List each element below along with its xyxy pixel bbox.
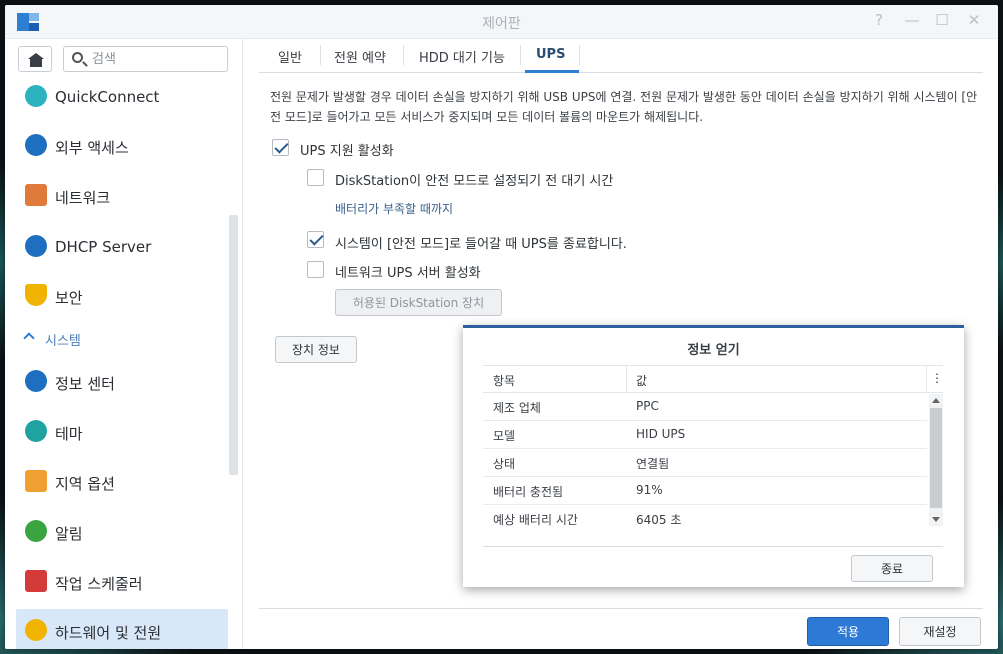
help-icon[interactable]: ? <box>868 11 890 29</box>
globe-icon <box>25 134 47 156</box>
sidebar-item-security[interactable]: 보안 <box>16 274 228 318</box>
ups-shutdown-checkbox[interactable] <box>307 231 324 248</box>
sidebar-item-label: 알림 <box>55 525 83 543</box>
ups-enable-checkbox[interactable] <box>272 139 289 156</box>
sidebar-item-label: 작업 스케줄러 <box>55 575 143 593</box>
dialog-divider <box>483 546 943 547</box>
sidebar-item-hardware-power[interactable]: 하드웨어 및 전원 <box>16 609 228 649</box>
shield-icon <box>25 284 47 306</box>
sidebar-item-dhcp-server[interactable]: DHCP Server <box>16 225 228 269</box>
reset-button[interactable]: 재설정 <box>899 617 981 646</box>
tab-general[interactable]: 일반 <box>278 47 302 66</box>
row-key: 제조 업체 <box>493 401 541 415</box>
table-row[interactable]: 제조 업체 PPC <box>483 393 927 421</box>
calendar-icon <box>25 570 47 592</box>
scroll-up-icon[interactable] <box>932 398 940 403</box>
dialog-title: 정보 얻기 <box>687 343 740 358</box>
sidebar-item-task-scheduler[interactable]: 작업 스케줄러 <box>16 560 228 604</box>
house-network-icon <box>25 184 47 206</box>
table-row[interactable]: 상태 연결됨 <box>483 449 927 477</box>
row-value: PPC <box>636 399 659 413</box>
row-key: 예상 배터리 시간 <box>493 513 578 527</box>
sidebar-item-label: 네트워크 <box>55 189 111 207</box>
dhcp-icon <box>25 235 47 257</box>
section-label: 시스템 <box>45 334 81 349</box>
active-tab-indicator <box>525 70 579 73</box>
sidebar-item-label: 보안 <box>55 289 83 307</box>
grid-header: 항목 값 ⋮ <box>483 365 943 393</box>
footer-divider <box>259 608 983 609</box>
ups-enable-label: UPS 지원 활성화 <box>300 144 394 159</box>
ups-description: 전원 문제가 발생할 경우 데이터 손실을 방지하기 위해 USB UPS에 연… <box>270 90 978 124</box>
row-key: 배터리 충전됨 <box>493 485 564 499</box>
search-icon <box>72 52 83 63</box>
sidebar-item-label: 하드웨어 및 전원 <box>55 624 162 642</box>
search-box[interactable] <box>63 46 228 72</box>
sidebar-item-label: QuickConnect <box>55 88 160 106</box>
palette-icon <box>25 420 47 442</box>
map-clock-icon <box>25 470 47 492</box>
row-key: 상태 <box>493 457 516 471</box>
sidebar-item-regional-options[interactable]: 지역 옵션 <box>16 460 228 504</box>
tab-power-schedule[interactable]: 전원 예약 <box>334 47 386 66</box>
column-menu-icon[interactable]: ⋮ <box>931 371 943 385</box>
search-input[interactable] <box>92 50 222 68</box>
row-value: 91% <box>636 483 663 497</box>
scroll-thumb[interactable] <box>930 408 942 508</box>
tab-hdd-hibernation[interactable]: HDD 대기 기능 <box>419 47 505 66</box>
maximize-icon[interactable]: ☐ <box>931 11 953 29</box>
chat-icon <box>25 520 47 542</box>
column-header-item[interactable]: 항목 <box>493 372 515 389</box>
sidebar-scrollbar[interactable] <box>229 215 238 475</box>
info-icon <box>25 370 47 392</box>
info-grid: 항목 값 ⋮ 제조 업체 PPC 모델 HID UPS 상태 연결됨 배터리 충… <box>483 365 943 527</box>
sidebar-item-quickconnect[interactable]: QuickConnect <box>16 75 228 119</box>
network-ups-server-checkbox[interactable] <box>307 261 324 278</box>
dialog-close-button[interactable]: 종료 <box>851 555 933 582</box>
window-title: 제어판 <box>482 16 521 32</box>
sidebar-item-label: DHCP Server <box>55 238 152 256</box>
scroll-down-icon[interactable] <box>932 517 940 522</box>
column-header-value[interactable]: 값 <box>636 372 647 389</box>
tab-bar: 일반 전원 예약 HDD 대기 기능 UPS <box>259 39 983 73</box>
close-icon[interactable]: ✕ <box>963 11 985 29</box>
sidebar-item-info-center[interactable]: 정보 센터 <box>16 360 228 404</box>
ups-shutdown-label: 시스템이 [안전 모드]로 들어갈 때 UPS를 종료합니다. <box>335 237 627 252</box>
section-system-header[interactable]: 시스템 <box>23 329 228 355</box>
row-value: 6405 초 <box>636 513 682 527</box>
chevron-up-icon <box>23 332 35 344</box>
bulb-icon <box>25 619 47 641</box>
device-info-button[interactable]: 장치 정보 <box>275 336 357 363</box>
sidebar-item-label: 지역 옵션 <box>55 475 115 493</box>
row-value: HID UPS <box>636 427 686 441</box>
row-value: 연결됨 <box>636 457 670 471</box>
table-row[interactable]: 배터리 충전됨 91% <box>483 477 927 505</box>
allowed-devices-button[interactable]: 허용된 DiskStation 장치 <box>335 289 502 316</box>
sidebar-item-label: 외부 액세스 <box>55 139 129 157</box>
table-row[interactable]: 예상 배터리 시간 6405 초 <box>483 505 927 533</box>
row-key: 모델 <box>493 429 516 443</box>
safe-mode-wait-checkbox[interactable] <box>307 169 324 186</box>
home-button[interactable] <box>18 46 52 72</box>
sidebar-item-external-access[interactable]: 외부 액세스 <box>16 124 228 168</box>
tab-ups[interactable]: UPS <box>536 47 565 62</box>
grid-scrollbar[interactable] <box>929 394 943 526</box>
title-bar[interactable]: 제어판 ? — ☐ ✕ <box>5 5 998 39</box>
apply-button[interactable]: 적용 <box>807 617 889 646</box>
sidebar-item-notification[interactable]: 알림 <box>16 510 228 554</box>
sidebar-item-theme[interactable]: 테마 <box>16 410 228 454</box>
safe-mode-wait-label: DiskStation이 안전 모드로 설정되기 전 대기 시간 <box>335 174 614 189</box>
sidebar-item-network[interactable]: 네트워크 <box>16 174 228 218</box>
quickconnect-icon <box>25 85 47 107</box>
sidebar: QuickConnect 외부 액세스 네트워크 DHCP Server 보안 … <box>5 39 243 649</box>
sidebar-item-label: 정보 센터 <box>55 375 115 393</box>
get-info-dialog: 정보 얻기 항목 값 ⋮ 제조 업체 PPC 모델 HID UPS 상태 연결됨 <box>463 325 964 587</box>
control-panel-window: 제어판 ? — ☐ ✕ QuickConnect 외부 액세스 네트워크 DHC… <box>5 5 998 649</box>
minimize-icon[interactable]: — <box>901 11 923 29</box>
network-ups-server-label: 네트워크 UPS 서버 활성화 <box>335 266 481 281</box>
table-row[interactable]: 모델 HID UPS <box>483 421 927 449</box>
safe-mode-wait-value[interactable]: 배터리가 부족할 때까지 <box>335 200 453 217</box>
sidebar-item-label: 테마 <box>55 425 83 443</box>
